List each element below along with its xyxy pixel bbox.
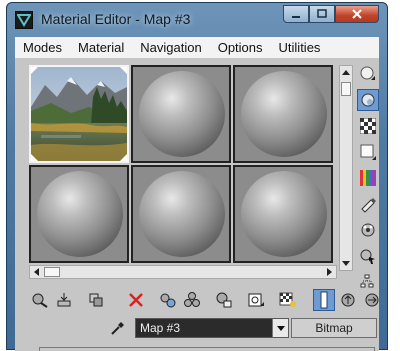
title-bar[interactable]: Material Editor - Map #3 xyxy=(7,3,387,35)
menu-options[interactable]: Options xyxy=(210,40,271,55)
slot-corner-mark xyxy=(31,154,38,161)
caption-buttons xyxy=(283,5,379,25)
menu-utilities[interactable]: Utilities xyxy=(271,40,329,55)
menu-material[interactable]: Material xyxy=(70,40,132,55)
sample-slot-grid xyxy=(29,65,337,265)
get-material-icon xyxy=(32,293,48,308)
sample-sphere xyxy=(139,71,225,157)
show-end-result-button[interactable] xyxy=(313,289,335,311)
sample-slot-3[interactable] xyxy=(233,65,333,163)
window-title: Material Editor - Map #3 xyxy=(41,11,191,27)
rollout-panel-edge xyxy=(39,347,375,351)
options-button[interactable] xyxy=(357,219,379,241)
make-unique-button[interactable] xyxy=(181,289,203,311)
menu-modes[interactable]: Modes xyxy=(15,40,70,55)
go-to-parent-button[interactable] xyxy=(337,289,359,311)
go-to-parent-icon xyxy=(341,293,355,307)
sample-slot-5[interactable] xyxy=(131,165,231,263)
material-name-input[interactable] xyxy=(136,319,272,337)
slot-corner-mark xyxy=(120,67,127,74)
put-material-icon xyxy=(57,293,71,307)
assign-material-button[interactable] xyxy=(85,289,107,311)
sample-sphere xyxy=(139,171,225,257)
video-color-check-button[interactable] xyxy=(357,167,379,189)
material-name-row: Bitmap xyxy=(29,317,377,339)
pick-material-from-object-button[interactable] xyxy=(109,319,127,337)
vertical-scroll-thumb[interactable] xyxy=(341,82,351,96)
slots-horizontal-scrollbar[interactable] xyxy=(29,265,337,279)
assign-material-icon xyxy=(89,293,103,307)
sample-slot-2[interactable] xyxy=(131,65,231,163)
material-type-button[interactable]: Bitmap xyxy=(291,318,377,338)
sample-type-button[interactable] xyxy=(357,63,379,85)
editor-client-area: Bitmap xyxy=(15,59,379,351)
go-forward-to-sibling-icon xyxy=(365,293,379,307)
backlight-button[interactable] xyxy=(357,89,379,111)
dropdown-arrow-button[interactable] xyxy=(272,319,288,337)
close-button[interactable] xyxy=(335,5,379,23)
close-icon xyxy=(352,9,362,19)
scroll-up-arrow-icon[interactable] xyxy=(340,67,352,79)
menu-navigation[interactable]: Navigation xyxy=(132,40,209,55)
put-material-button[interactable] xyxy=(53,289,75,311)
sample-uv-tiling-button[interactable] xyxy=(357,141,379,163)
minimize-icon xyxy=(292,16,300,18)
material-id-channel-button[interactable] xyxy=(245,289,267,311)
slot-corner-mark xyxy=(31,67,38,74)
show-end-result-icon xyxy=(320,291,328,309)
make-preview-icon xyxy=(361,198,376,213)
checker-background-icon xyxy=(360,118,376,134)
menu-bar: Modes Material Navigation Options Utilit… xyxy=(15,37,379,59)
horizontal-scroll-thumb[interactable] xyxy=(44,267,60,277)
material-map-navigator-icon xyxy=(360,274,374,288)
material-id-channel-icon xyxy=(248,293,264,307)
sample-sphere xyxy=(37,171,123,257)
maximize-button[interactable] xyxy=(309,5,335,23)
select-by-material-icon xyxy=(360,249,375,264)
material-name-dropdown[interactable] xyxy=(135,318,289,338)
slots-vertical-scrollbar[interactable] xyxy=(339,65,353,271)
go-forward-to-sibling-button[interactable] xyxy=(361,289,383,311)
sample-slot-4[interactable] xyxy=(29,165,129,263)
get-material-button[interactable] xyxy=(29,289,51,311)
eyedropper-icon xyxy=(111,322,124,335)
sample-slot-6[interactable] xyxy=(233,165,333,263)
chevron-down-icon xyxy=(276,326,285,331)
material-editor-window: Material Editor - Map #3 Modes Material … xyxy=(0,0,400,351)
copy-material-icon xyxy=(160,293,176,308)
reset-map-icon xyxy=(129,293,143,307)
put-to-library-icon xyxy=(216,292,232,308)
maximize-icon xyxy=(317,9,327,18)
video-color-check-icon xyxy=(360,170,376,186)
show-map-in-viewport-icon xyxy=(279,292,296,307)
backlight-icon xyxy=(361,93,375,107)
reset-map-button[interactable] xyxy=(125,289,147,311)
sample-uv-tiling-icon xyxy=(360,144,376,160)
copy-material-button[interactable] xyxy=(157,289,179,311)
select-by-material-button[interactable] xyxy=(357,245,379,267)
show-map-in-viewport-button[interactable] xyxy=(277,289,299,311)
sample-type-icon xyxy=(360,66,375,80)
scroll-left-arrow-icon[interactable] xyxy=(31,266,43,278)
landscape-bitmap-preview xyxy=(31,67,127,161)
make-preview-button[interactable] xyxy=(357,193,379,215)
checker-background-button[interactable] xyxy=(357,115,379,137)
scroll-down-arrow-icon[interactable] xyxy=(340,257,352,269)
options-icon xyxy=(361,223,375,237)
make-unique-icon xyxy=(184,292,200,307)
sample-sphere xyxy=(241,171,327,257)
sample-slot-1[interactable] xyxy=(29,65,129,163)
sample-sphere xyxy=(241,71,327,157)
app-3ds-max-icon xyxy=(15,11,33,29)
window-frame: Material Editor - Map #3 Modes Material … xyxy=(6,2,388,351)
minimize-button[interactable] xyxy=(283,5,309,23)
material-toolbar xyxy=(29,289,379,311)
scroll-right-arrow-icon[interactable] xyxy=(323,266,335,278)
put-to-library-button[interactable] xyxy=(213,289,235,311)
slot-corner-mark xyxy=(120,154,127,161)
